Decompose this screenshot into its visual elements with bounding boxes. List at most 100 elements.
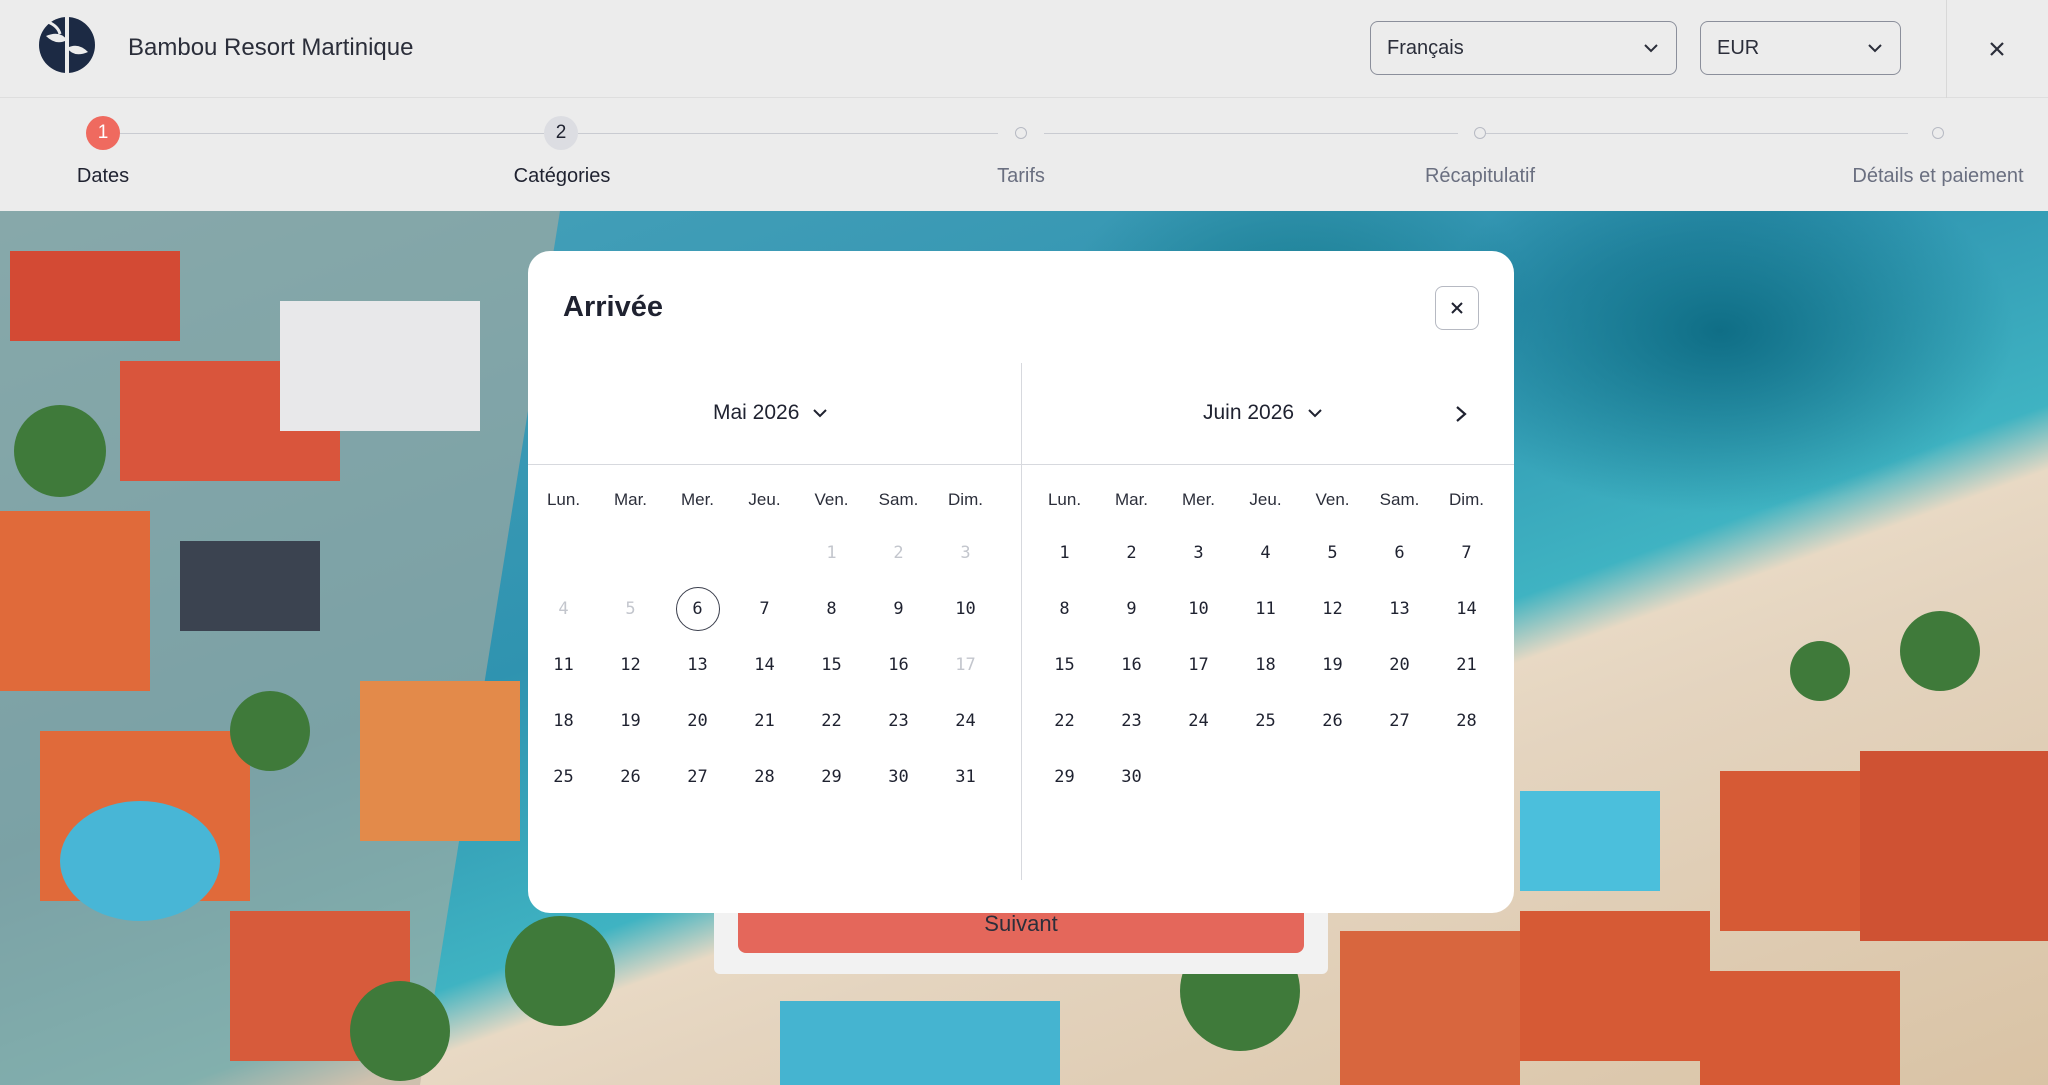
arrival-date-modal: Arrivée Mai 2026 Juin 2026 Lun. Mar. Mer. J… xyxy=(528,251,1514,913)
calendar-week-row: 22 23 24 25 26 27 28 xyxy=(1031,693,1501,749)
month-label: Mai 2026 xyxy=(713,401,800,424)
calendar-day[interactable]: 25 xyxy=(1232,693,1299,749)
calendar-day[interactable]: 15 xyxy=(798,637,865,693)
step-label-categories[interactable]: Catégories xyxy=(514,165,611,188)
calendar-weeks: 1 2 3 4 5 6 7 8 9 10 11 12 13 14 15 16 17 18 19 20 21 22 23 24 2… xyxy=(530,525,1000,805)
calendar-day-empty xyxy=(731,525,798,581)
calendar-day[interactable]: 30 xyxy=(1098,749,1165,805)
calendar-day[interactable]: 10 xyxy=(932,581,999,637)
calendar-day[interactable]: 29 xyxy=(798,749,865,805)
calendar-day[interactable]: 18 xyxy=(530,693,597,749)
chevron-down-icon xyxy=(1644,44,1658,53)
calendar-day[interactable]: 7 xyxy=(731,581,798,637)
calendar-day[interactable]: 29 xyxy=(1031,749,1098,805)
weekday-label: Mer. xyxy=(680,490,715,509)
calendar-week-row: 8 9 10 11 12 13 14 xyxy=(1031,581,1501,637)
calendar-day[interactable]: 28 xyxy=(1433,693,1500,749)
resort-logo-icon[interactable] xyxy=(38,16,96,74)
calendar-day[interactable]: 14 xyxy=(1433,581,1500,637)
modal-title: Arrivée xyxy=(563,291,663,323)
calendar-day[interactable]: 27 xyxy=(1366,693,1433,749)
calendar-day[interactable]: 27 xyxy=(664,749,731,805)
language-select-value: Français xyxy=(1387,36,1464,59)
weekday-label: Dim. xyxy=(948,490,983,509)
calendar-day[interactable]: 9 xyxy=(865,581,932,637)
calendar-day[interactable]: 9 xyxy=(1098,581,1165,637)
calendar-day[interactable]: 18 xyxy=(1232,637,1299,693)
calendar-day[interactable]: 21 xyxy=(1433,637,1500,693)
calendar-day[interactable]: 21 xyxy=(731,693,798,749)
calendar-day[interactable]: 28 xyxy=(731,749,798,805)
calendar-day[interactable]: 8 xyxy=(798,581,865,637)
calendar-day[interactable]: 30 xyxy=(865,749,932,805)
brand-name: Bambou Resort Martinique xyxy=(128,34,414,61)
step-connector xyxy=(1044,133,1458,134)
calendar-day[interactable]: 17 xyxy=(1165,637,1232,693)
calendar-day[interactable]: 24 xyxy=(1165,693,1232,749)
calendar-day[interactable]: 12 xyxy=(1299,581,1366,637)
calendar-day[interactable]: 8 xyxy=(1031,581,1098,637)
calendar-day[interactable]: 15 xyxy=(1031,637,1098,693)
calendar-day[interactable]: 16 xyxy=(1098,637,1165,693)
calendar-day[interactable]: 13 xyxy=(664,637,731,693)
next-month-button[interactable] xyxy=(1446,399,1476,429)
step-label-dates[interactable]: Dates xyxy=(77,165,129,188)
weekday-label: Mar. xyxy=(1114,490,1149,509)
calendar-day-selected[interactable]: 6 xyxy=(664,581,731,637)
header-close-button[interactable] xyxy=(1980,32,2014,66)
calendar-day-empty xyxy=(1299,749,1366,805)
calendar-divider xyxy=(1021,363,1022,880)
calendar-day[interactable]: 26 xyxy=(1299,693,1366,749)
calendar-day[interactable]: 16 xyxy=(865,637,932,693)
weekday-label: Dim. xyxy=(1449,490,1484,509)
calendar-day[interactable]: 14 xyxy=(731,637,798,693)
calendar-day[interactable]: 23 xyxy=(865,693,932,749)
step-4-indicator xyxy=(1474,127,1486,139)
calendar-day[interactable]: 22 xyxy=(1031,693,1098,749)
calendar-day[interactable]: 3 xyxy=(1165,525,1232,581)
step-label-details-paiement: Détails et paiement xyxy=(1852,165,2024,187)
calendar-day[interactable]: 13 xyxy=(1366,581,1433,637)
modal-close-button[interactable] xyxy=(1435,286,1479,330)
calendar-day[interactable]: 6 xyxy=(1366,525,1433,581)
calendar-day[interactable]: 20 xyxy=(1366,637,1433,693)
calendar-day-empty xyxy=(1433,749,1500,805)
calendar-day[interactable]: 26 xyxy=(597,749,664,805)
calendar-day[interactable]: 25 xyxy=(530,749,597,805)
top-header: Bambou Resort Martinique Français EUR xyxy=(0,0,2048,98)
chevron-right-icon xyxy=(1456,406,1467,422)
currency-select[interactable]: EUR xyxy=(1700,21,1901,75)
calendar-day[interactable]: 23 xyxy=(1098,693,1165,749)
calendar-day[interactable]: 1 xyxy=(1031,525,1098,581)
calendar-week-row: 18 19 20 21 22 23 24 xyxy=(530,693,1000,749)
calendar-day[interactable]: 20 xyxy=(664,693,731,749)
calendar-header-rule xyxy=(528,464,1514,465)
weekday-label: Sam. xyxy=(878,490,919,509)
calendar-week-row: 15 16 17 18 19 20 21 xyxy=(1031,637,1501,693)
calendar-day[interactable]: 11 xyxy=(1232,581,1299,637)
step-connector xyxy=(120,133,544,134)
month-select-left[interactable]: Mai 2026 xyxy=(713,401,829,425)
calendar-day[interactable]: 11 xyxy=(530,637,597,693)
calendar-day-empty xyxy=(1232,749,1299,805)
calendar-day[interactable]: 19 xyxy=(1299,637,1366,693)
month-select-right[interactable]: Juin 2026 xyxy=(1203,401,1324,425)
calendar-day[interactable]: 10 xyxy=(1165,581,1232,637)
calendar-day[interactable]: 4 xyxy=(1232,525,1299,581)
calendar-day[interactable]: 22 xyxy=(798,693,865,749)
calendar-week-row: 29 30 xyxy=(1031,749,1501,805)
calendar-day[interactable]: 24 xyxy=(932,693,999,749)
weekday-label: Sam. xyxy=(1379,490,1420,509)
calendar-day: 3 xyxy=(960,543,971,563)
calendar-day[interactable]: 2 xyxy=(1098,525,1165,581)
step-2-indicator[interactable]: 2 xyxy=(544,116,578,150)
language-select[interactable]: Français xyxy=(1370,21,1677,75)
calendar-day[interactable]: 5 xyxy=(1299,525,1366,581)
calendar-day[interactable]: 7 xyxy=(1433,525,1500,581)
calendar-grid-right: Lun. Mar. Mer. Jeu. Ven. Sam. Dim. 1 2 3 4 5 6 7 8 9 10… xyxy=(1031,485,1501,805)
calendar-grid-left: Lun. Mar. Mer. Jeu. Ven. Sam. Dim. 1 2 3 4 5 6 7 8 9 10… xyxy=(530,485,1000,805)
calendar-day[interactable]: 12 xyxy=(597,637,664,693)
calendar-day[interactable]: 19 xyxy=(597,693,664,749)
chevron-down-icon xyxy=(1308,409,1322,418)
calendar-day[interactable]: 31 xyxy=(932,749,999,805)
